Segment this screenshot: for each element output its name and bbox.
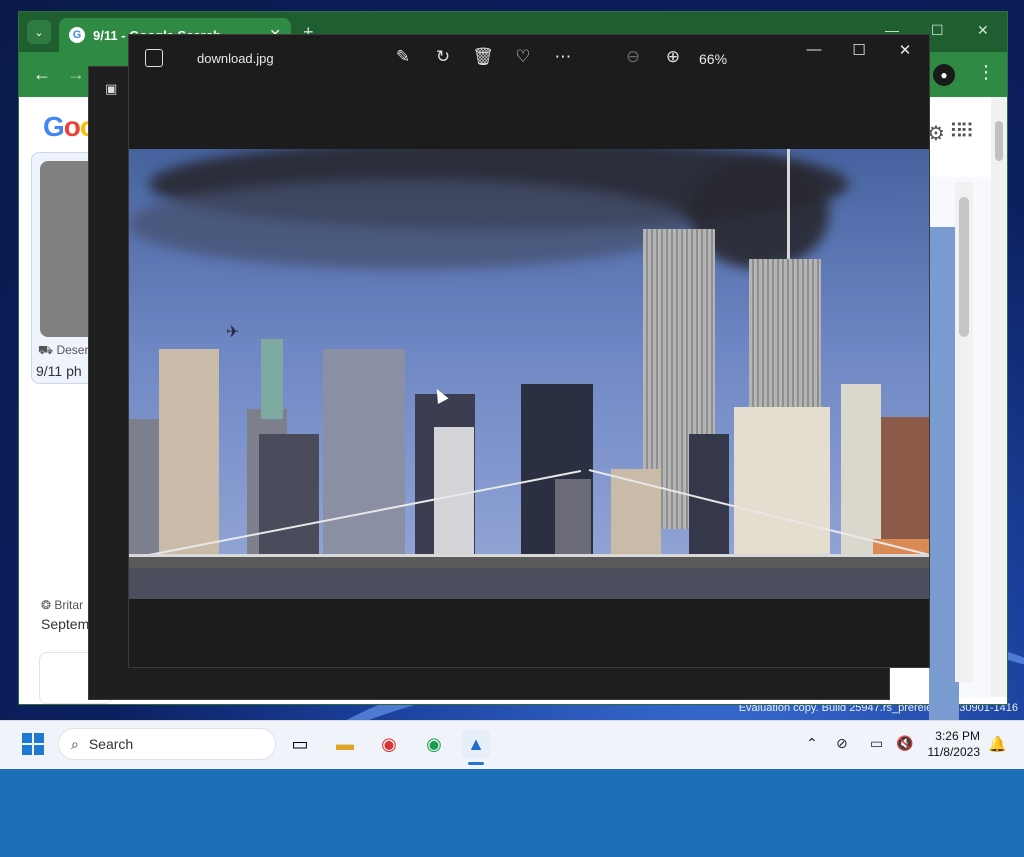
- more-vert-icon[interactable]: ⋮: [977, 62, 995, 83]
- waterfront: [129, 568, 929, 599]
- time: 3:26 PM: [935, 729, 980, 743]
- google-apps-icon[interactable]: ⠿⠿: [949, 119, 974, 144]
- zoom-in-icon[interactable]: ⊕: [661, 47, 685, 67]
- panel-scrollbar-thumb[interactable]: [959, 197, 969, 337]
- tab-search-dropdown[interactable]: ⌄: [27, 20, 51, 44]
- file-name: download.jpg: [197, 51, 274, 66]
- airplane-icon: ✈: [226, 324, 240, 341]
- minimize-icon[interactable]: —: [799, 41, 829, 58]
- chrome-profile-icon[interactable]: ◉: [420, 730, 448, 758]
- clock[interactable]: 3:26 PM 11/8/2023: [918, 728, 981, 760]
- result-title[interactable]: Septem: [41, 616, 89, 632]
- rotate-icon[interactable]: ↻: [431, 47, 455, 67]
- result-title[interactable]: 9/11 ph: [36, 363, 82, 379]
- building: [129, 419, 159, 569]
- photos-taskbar-icon[interactable]: ▲: [462, 730, 490, 758]
- result-source: ⛟ Deser: [38, 343, 89, 357]
- building-spire: [261, 339, 283, 419]
- edit-image-icon[interactable]: ✎: [391, 47, 415, 67]
- building: [259, 434, 319, 569]
- more-icon[interactable]: ⋯: [551, 47, 575, 67]
- favorite-icon[interactable]: ♡: [511, 47, 535, 67]
- volume-muted-icon[interactable]: 🔇: [896, 735, 913, 752]
- start-button[interactable]: [22, 733, 44, 755]
- page-scrollbar[interactable]: [991, 97, 1007, 697]
- file-explorer-icon[interactable]: ▬: [331, 730, 359, 758]
- photos-app-icon: [145, 49, 163, 67]
- smoke-cloud: [129, 179, 689, 269]
- photos-app-icon: ▣: [105, 81, 118, 96]
- building: [323, 349, 405, 569]
- display-icon[interactable]: ▭: [870, 735, 883, 752]
- notification-bell-icon[interactable]: 🔔: [988, 735, 1007, 753]
- delete-icon[interactable]: 🗑: [471, 47, 495, 67]
- search-icon: ⌕: [71, 735, 79, 752]
- chevron-up-icon[interactable]: ⌃: [806, 735, 818, 752]
- network-off-icon[interactable]: ⊘: [836, 735, 848, 752]
- building: [734, 407, 830, 569]
- photos-window: download.jpg ✎ ↻ 🗑 ♡ ⋯ ⊖ ⊕ 66% — ☐ ✕ ✈: [128, 34, 930, 668]
- result-source: ❂ Britar: [41, 598, 84, 612]
- close-icon[interactable]: ✕: [977, 22, 989, 39]
- maximize-icon[interactable]: ☐: [844, 41, 874, 59]
- back-arrow-icon[interactable]: ←: [33, 64, 51, 85]
- task-view-icon[interactable]: ▭: [286, 730, 314, 758]
- antenna: [787, 149, 790, 259]
- forward-arrow-icon[interactable]: →: [67, 64, 85, 85]
- zoom-level[interactable]: 66%: [699, 51, 727, 67]
- profile-avatar-icon[interactable]: ●: [933, 64, 955, 86]
- photo-image[interactable]: ✈: [129, 149, 929, 599]
- maximize-icon[interactable]: ☐: [931, 22, 944, 39]
- bridge-rail: [129, 554, 929, 557]
- taskbar-search[interactable]: ⌕ Search: [58, 728, 276, 760]
- close-icon[interactable]: ✕: [890, 41, 920, 59]
- zoom-out-icon[interactable]: ⊖: [621, 47, 645, 67]
- google-favicon-icon: G: [69, 27, 85, 43]
- chrome-icon[interactable]: ◉: [375, 730, 403, 758]
- search-placeholder: Search: [88, 736, 134, 752]
- active-app-indicator: [468, 762, 484, 765]
- chevron-down-icon: ⌄: [34, 26, 44, 39]
- building: [159, 349, 219, 569]
- date: 11/8/2023: [927, 745, 981, 759]
- page-scrollbar-thumb[interactable]: [995, 121, 1003, 161]
